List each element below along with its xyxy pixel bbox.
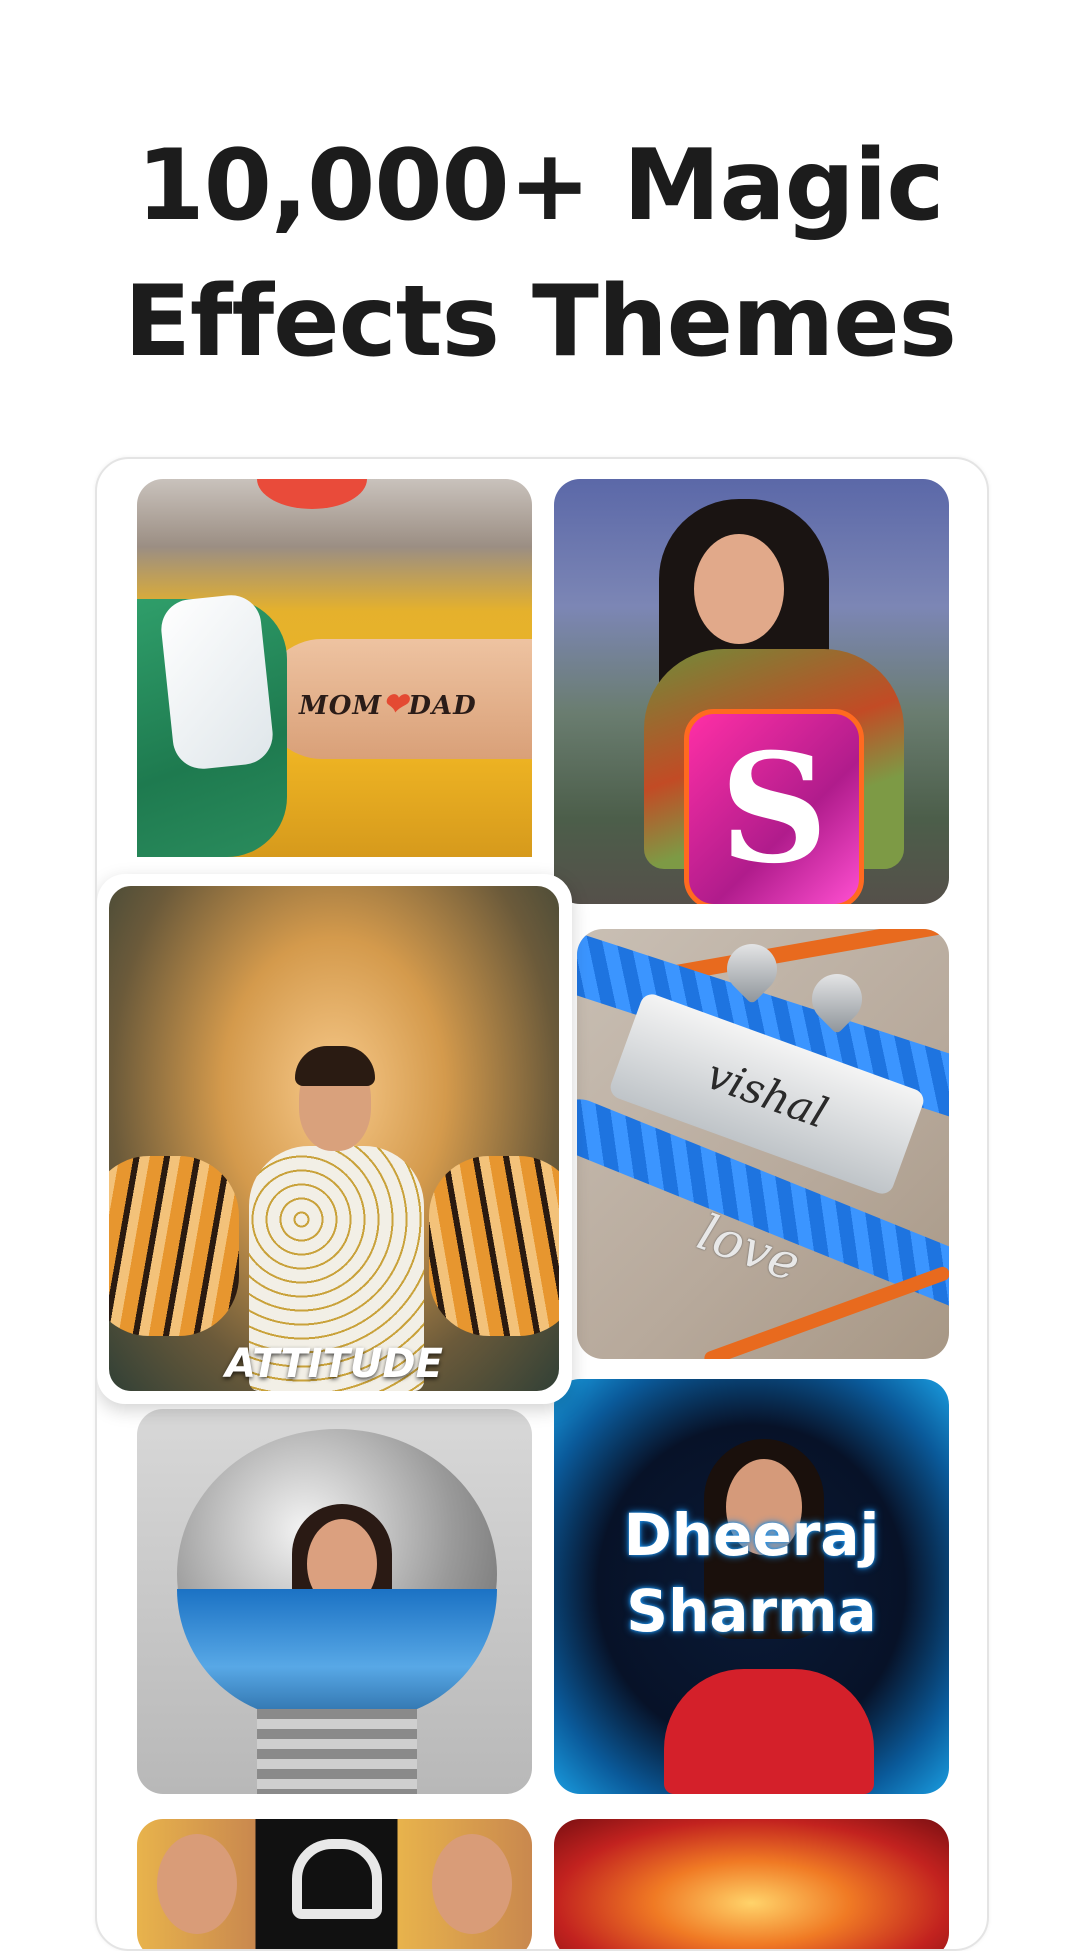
tiger-left-art [109,1156,239,1336]
heart-icon: ❤ [382,687,409,722]
headline-line-1: 10,000+ Magic [136,129,945,243]
tile-art-face [157,1834,237,1934]
tile-art-tissue [158,592,276,772]
name-line-2: Sharma [626,1577,877,1645]
tattoo-word-1: MOM [299,691,383,721]
tiger-right-art [429,1156,559,1336]
tattoo-word-2: DAD [408,691,477,721]
tile-art-bulb-base [257,1709,417,1794]
theme-tile-heart-hands[interactable] [137,1819,532,1949]
tile-art-hair [295,1046,375,1086]
heart-hands-icon [292,1839,382,1919]
tile-art-face [694,534,784,644]
theme-tile-bulb[interactable] [137,1409,532,1794]
headline-line-2: Effects Themes [123,265,957,379]
attitude-caption: ATTITUDE [225,1341,443,1387]
theme-tile-attitude-highlight[interactable]: ATTITUDE [97,874,572,1404]
theme-tile-letter[interactable]: S [554,479,949,904]
tile-art-cord [702,1264,949,1359]
name-card-text: Dheeraj Sharma [554,1497,949,1649]
theme-tile-fire[interactable] [554,1819,949,1949]
tile-art-dress [664,1669,874,1794]
letter-effect: S [684,709,864,904]
tile-art-water [177,1589,497,1719]
theme-preview-frame: MOM❤DAD S vishal love Dheeraj Sharma ATT… [95,457,989,1951]
promo-headline: 10,000+ Magic Effects Themes [0,118,1080,390]
tile-art-lips [257,479,367,509]
theme-tile-bracelet[interactable]: vishal love [577,929,949,1359]
theme-tile-attitude[interactable]: ATTITUDE [109,886,559,1391]
name-line-1: Dheeraj [623,1501,880,1569]
theme-tile-name-card[interactable]: Dheeraj Sharma [554,1379,949,1794]
theme-tile-tattoo[interactable]: MOM❤DAD [137,479,532,857]
tile-art-face [432,1834,512,1934]
tattoo-text: MOM❤DAD [299,687,477,722]
